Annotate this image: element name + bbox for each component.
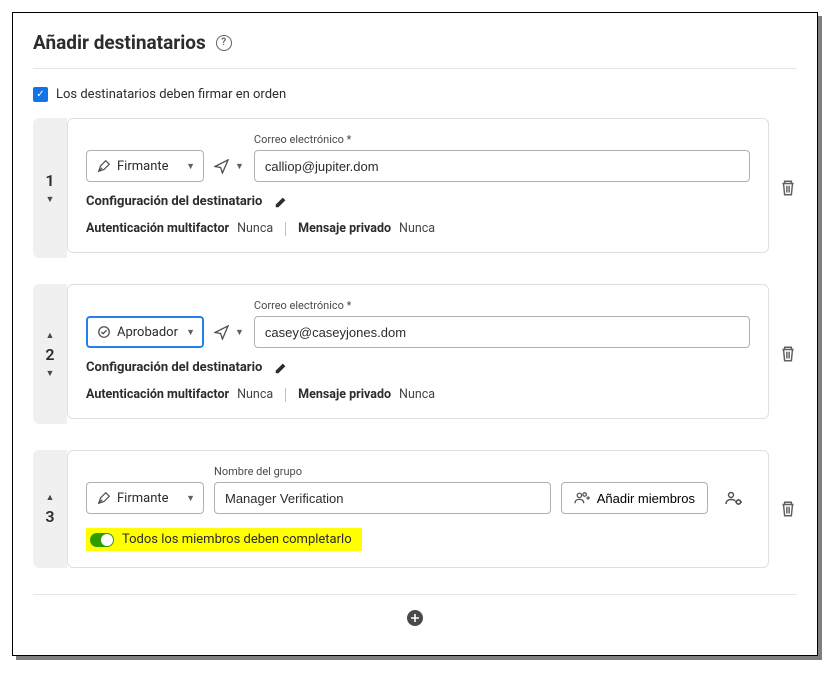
recipient-row: ▲ 2 ▼ Aprobador ▼ (33, 284, 797, 424)
email-field[interactable] (254, 316, 750, 348)
paper-plane-icon[interactable] (214, 325, 229, 340)
edit-icon[interactable] (274, 361, 288, 375)
chevron-down-icon[interactable]: ▼ (46, 368, 55, 379)
email-field-label: Correo electrónico * (254, 133, 750, 146)
separator (285, 222, 286, 236)
private-msg-label: Mensaje privado (298, 221, 391, 236)
chevron-down-icon[interactable]: ▼ (235, 161, 244, 172)
paper-plane-icon[interactable] (214, 159, 229, 174)
role-label: Firmante (117, 159, 180, 174)
pen-nib-icon (97, 491, 111, 505)
recipient-row: ▲ 3 Firmante ▼ Nombre del grupo (33, 450, 797, 568)
all-must-complete-label: Todos los miembros deben completarlo (122, 532, 352, 547)
order-handle[interactable]: ▲ 3 (33, 450, 67, 568)
delete-recipient-button[interactable] (779, 500, 797, 518)
role-label: Firmante (117, 491, 180, 506)
chevron-down-icon[interactable]: ▼ (235, 327, 244, 338)
order-number: 2 (45, 345, 54, 364)
role-select[interactable]: Firmante ▼ (86, 482, 204, 514)
order-number: 3 (45, 507, 54, 526)
edit-icon[interactable] (274, 195, 288, 209)
help-icon[interactable]: ? (216, 35, 232, 51)
mfa-label: Autenticación multifactor (86, 221, 229, 236)
chevron-down-icon: ▼ (186, 327, 195, 338)
chevron-up-icon[interactable]: ▲ (46, 330, 55, 341)
role-label: Aprobador (117, 325, 180, 340)
mfa-value: Nunca (237, 387, 273, 402)
check-circle-icon (97, 325, 111, 339)
group-name-field[interactable] (214, 482, 551, 514)
chevron-up-icon[interactable]: ▲ (46, 492, 55, 503)
private-msg-label: Mensaje privado (298, 387, 391, 402)
add-recipient-button[interactable] (406, 609, 424, 627)
order-handle[interactable]: ▲ 2 ▼ (33, 284, 67, 424)
toggle-on-icon (90, 533, 114, 547)
mfa-value: Nunca (237, 221, 273, 236)
sign-in-order-label: Los destinatarios deben firmar en orden (56, 87, 286, 102)
order-number: 1 (45, 171, 54, 190)
chevron-down-icon: ▼ (186, 493, 195, 504)
recipient-row: 1 ▼ Firmante ▼ ▼ (33, 118, 797, 258)
pen-nib-icon (97, 159, 111, 173)
add-members-label: Añadir miembros (597, 491, 695, 506)
chevron-down-icon[interactable]: ▼ (46, 194, 55, 205)
recipient-config-label: Configuración del destinatario (86, 360, 262, 375)
delete-recipient-button[interactable] (779, 345, 797, 363)
sign-in-order-option[interactable]: ✓ Los destinatarios deben firmar en orde… (33, 87, 797, 102)
role-select[interactable]: Aprobador ▼ (86, 316, 204, 348)
role-select[interactable]: Firmante ▼ (86, 150, 204, 182)
people-plus-icon (574, 491, 590, 505)
mfa-label: Autenticación multifactor (86, 387, 229, 402)
all-must-complete-toggle[interactable]: Todos los miembros deben completarlo (86, 528, 362, 551)
checkbox-checked-icon: ✓ (33, 87, 48, 102)
email-field-label: Correo electrónico * (254, 299, 750, 312)
group-name-label: Nombre del grupo (214, 465, 551, 478)
recipient-config-label: Configuración del destinatario (86, 194, 262, 209)
email-field[interactable] (254, 150, 750, 182)
add-members-button[interactable]: Añadir miembros (561, 482, 708, 514)
delete-recipient-button[interactable] (779, 179, 797, 197)
private-msg-value: Nunca (399, 387, 435, 402)
order-handle[interactable]: 1 ▼ (33, 118, 67, 258)
page-title: Añadir destinatarios (33, 31, 206, 54)
group-settings-button[interactable] (718, 482, 750, 514)
separator (285, 388, 286, 402)
private-msg-value: Nunca (399, 221, 435, 236)
chevron-down-icon: ▼ (186, 161, 195, 172)
